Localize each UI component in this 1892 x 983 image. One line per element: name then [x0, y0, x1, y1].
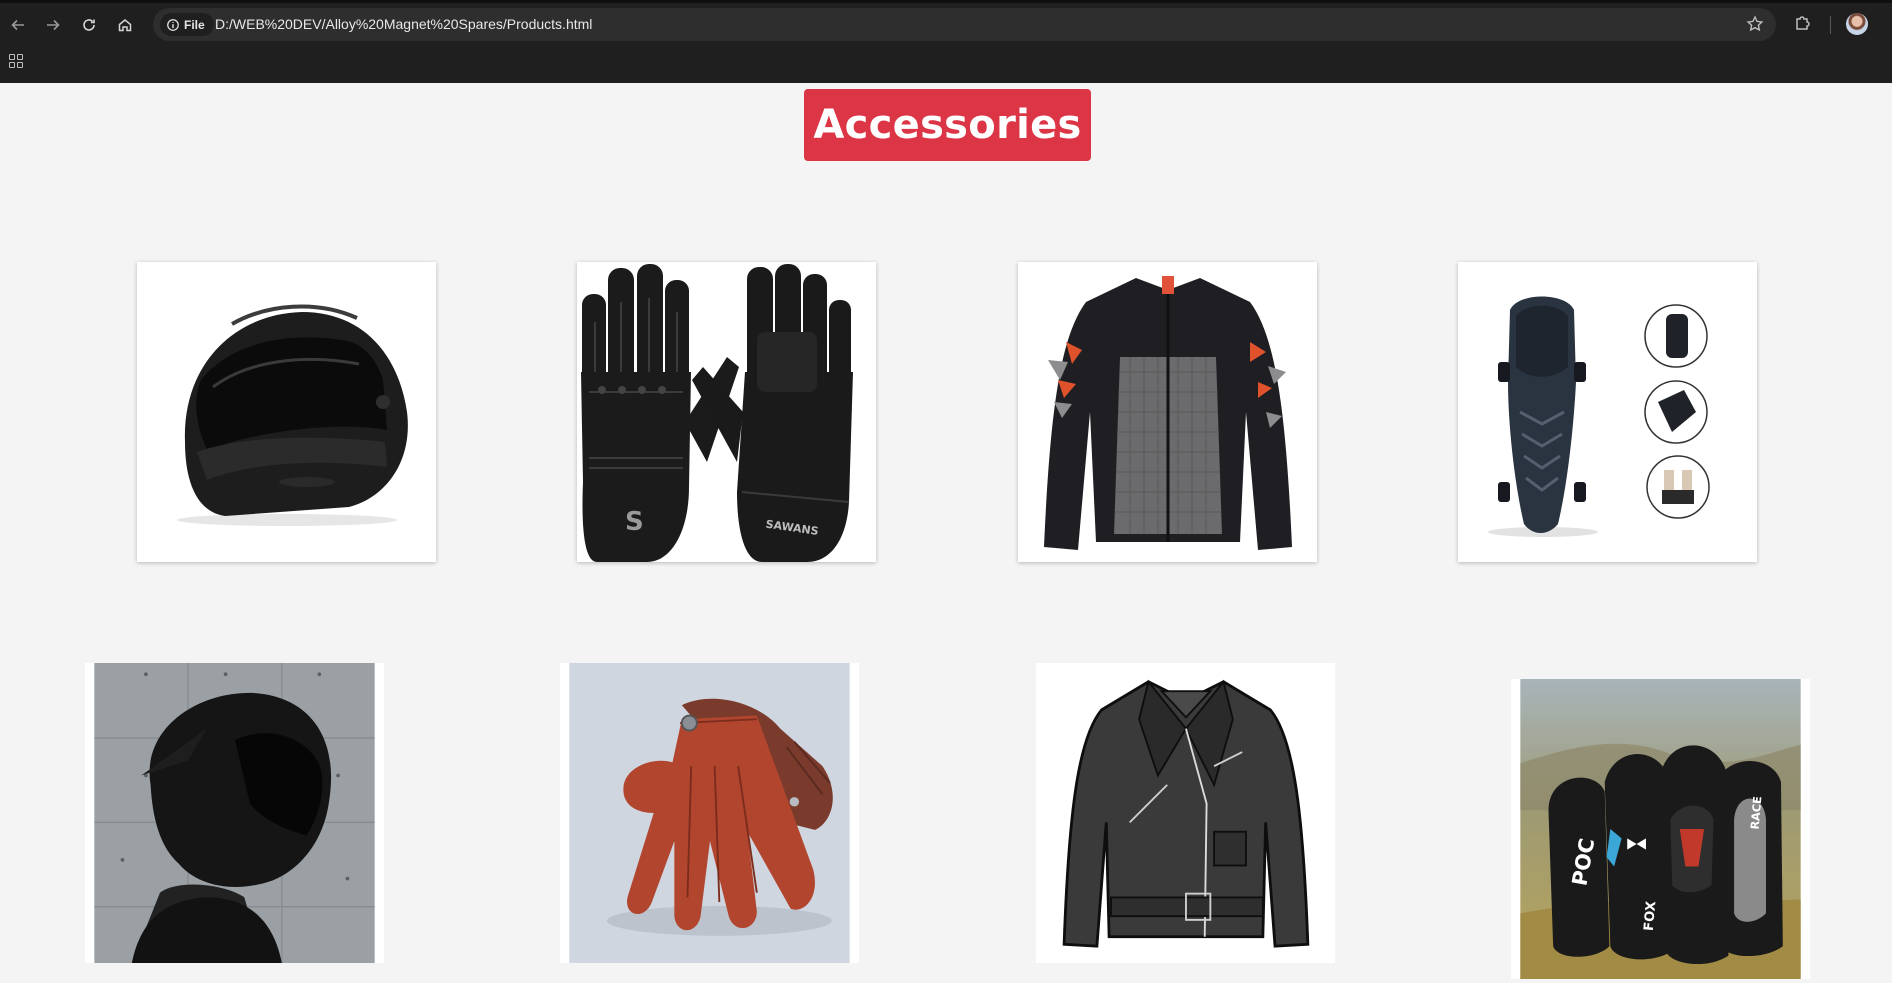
product-card-helmet-rider[interactable]: [85, 663, 384, 963]
page-heading: Accessories: [804, 89, 1091, 161]
info-icon: [167, 18, 179, 31]
toolbar-divider: [1830, 16, 1831, 34]
product-card-jacket[interactable]: [1018, 262, 1317, 562]
reload-button[interactable]: [75, 11, 103, 39]
site-chip-label: File: [184, 17, 205, 32]
home-icon: [118, 19, 132, 32]
product-card-leather-jacket[interactable]: [1036, 663, 1335, 963]
profile-avatar[interactable]: [1846, 13, 1868, 35]
site-info-chip[interactable]: File: [160, 13, 214, 36]
knee-pads-image: POC FOX RACE: [1520, 679, 1801, 979]
tab-strip: [0, 0, 1892, 3]
address-bar[interactable]: File D:/WEB%20DEV/Alloy%20Magnet%20Spare…: [153, 8, 1776, 41]
products-page: Accessories S SAWANS POC FOX RACE: [0, 83, 1892, 983]
back-button[interactable]: [4, 11, 32, 39]
helmet-rider-image: [94, 663, 375, 963]
arrow-left-icon: [11, 19, 24, 31]
knee-guard-image: [1458, 262, 1757, 562]
product-card-knee-pads[interactable]: POC FOX RACE: [1511, 679, 1810, 979]
svg-text:FOX: FOX: [1642, 901, 1660, 932]
reload-icon: [83, 19, 95, 31]
bookmark-star-icon[interactable]: [1746, 15, 1764, 33]
bookmarks-bar: [0, 50, 1892, 83]
url-text[interactable]: D:/WEB%20DEV/Alloy%20Magnet%20Spares/Pro…: [215, 16, 592, 32]
product-card-knee-guard[interactable]: [1458, 262, 1757, 562]
leather-gloves-image: [569, 663, 850, 963]
arrow-right-icon: [47, 19, 60, 31]
extensions-puzzle-icon[interactable]: [1793, 13, 1813, 33]
leather-jacket-image: [1045, 663, 1326, 963]
jacket-image: [1018, 262, 1317, 562]
forward-button[interactable]: [39, 11, 67, 39]
home-button[interactable]: [111, 11, 139, 39]
product-card-helmet[interactable]: [137, 262, 436, 562]
product-card-gloves[interactable]: S SAWANS: [577, 262, 876, 562]
helmet-image: [137, 262, 436, 562]
svg-text:S: S: [625, 507, 644, 537]
product-card-leather-gloves[interactable]: [560, 663, 859, 963]
apps-grid-icon[interactable]: [9, 54, 23, 68]
gloves-image: S SAWANS: [577, 262, 876, 562]
